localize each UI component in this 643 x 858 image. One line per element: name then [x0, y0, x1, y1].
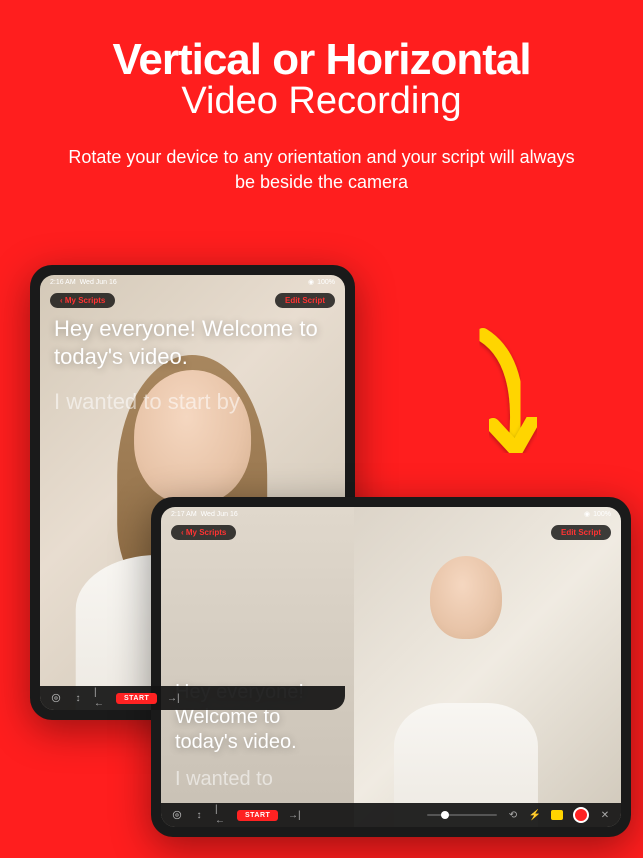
status-time: 2:16 AM	[50, 279, 76, 286]
wifi-icon: ◉	[308, 278, 314, 286]
status-date: Wed Jun 16	[80, 279, 117, 286]
start-button[interactable]: START	[116, 693, 157, 704]
edit-script-button-landscape[interactable]: Edit Script	[551, 525, 611, 540]
top-pills-landscape: ‹ My Scripts Edit Script	[161, 525, 621, 540]
status-bar-landscape: 2:17 AM Wed Jun 16 ◉ 100%	[161, 507, 621, 521]
edit-script-button[interactable]: Edit Script	[275, 293, 335, 308]
my-scripts-button[interactable]: ‹ My Scripts	[50, 293, 115, 308]
status-battery: 100%	[317, 279, 335, 286]
quality-badge[interactable]	[551, 810, 563, 820]
status-time-landscape: 2:17 AM	[171, 511, 197, 518]
title-main: Vertical or Horizontal	[0, 35, 643, 85]
record-button[interactable]	[573, 807, 589, 823]
start-button-landscape[interactable]: START	[237, 810, 278, 821]
script-secondary-line-landscape: I wanted to	[175, 767, 340, 792]
script-secondary-line: I wanted to start by	[54, 388, 331, 416]
person-placeholder-landscape	[386, 533, 546, 827]
device-screen-landscape: Hey everyone! Welcome to today's video. …	[161, 507, 621, 827]
camera-panel	[354, 507, 621, 827]
close-icon[interactable]: ✕	[599, 809, 611, 821]
exposure-slider[interactable]	[427, 814, 497, 816]
script-primary-line: Hey everyone! Welcome to today's video.	[54, 315, 331, 370]
skip-back-icon[interactable]: |←	[94, 692, 106, 704]
rotate-arrow-icon	[428, 320, 538, 500]
camera-viewport-landscape: Hey everyone! Welcome to today's video. …	[161, 507, 621, 827]
wifi-icon: ◉	[584, 510, 590, 518]
arrows-icon[interactable]: ↕	[193, 809, 205, 821]
my-scripts-button-landscape[interactable]: ‹ My Scripts	[171, 525, 236, 540]
toolbar-landscape: ↕ |← START →| ⟲ ⚡ ✕	[161, 803, 621, 827]
description-text: Rotate your device to any orientation an…	[0, 145, 643, 195]
flash-icon[interactable]: ⚡	[529, 809, 541, 821]
skip-back-icon[interactable]: |←	[215, 809, 227, 821]
top-pills: ‹ My Scripts Edit Script	[40, 293, 345, 308]
skip-forward-icon[interactable]: →|	[288, 809, 300, 821]
title-sub: Video Recording	[0, 80, 643, 123]
teleprompter-overlay: Hey everyone! Welcome to today's video. …	[54, 315, 331, 416]
settings-icon[interactable]	[50, 692, 62, 704]
device-landscape: Hey everyone! Welcome to today's video. …	[151, 497, 631, 837]
toolbar-portrait: ↕ |← START →|	[40, 686, 345, 710]
arrows-icon[interactable]: ↕	[72, 692, 84, 704]
promo-header: Vertical or Horizontal Video Recording R…	[0, 0, 643, 195]
status-bar: 2:16 AM Wed Jun 16 ◉ 100%	[40, 275, 345, 289]
flip-camera-icon[interactable]: ⟲	[507, 809, 519, 821]
teleprompter-panel: Hey everyone! Welcome to today's video. …	[161, 507, 354, 827]
settings-icon[interactable]	[171, 809, 183, 821]
status-battery-landscape: 100%	[593, 511, 611, 518]
skip-forward-icon[interactable]: →|	[167, 692, 179, 704]
status-date-landscape: Wed Jun 16	[201, 511, 238, 518]
